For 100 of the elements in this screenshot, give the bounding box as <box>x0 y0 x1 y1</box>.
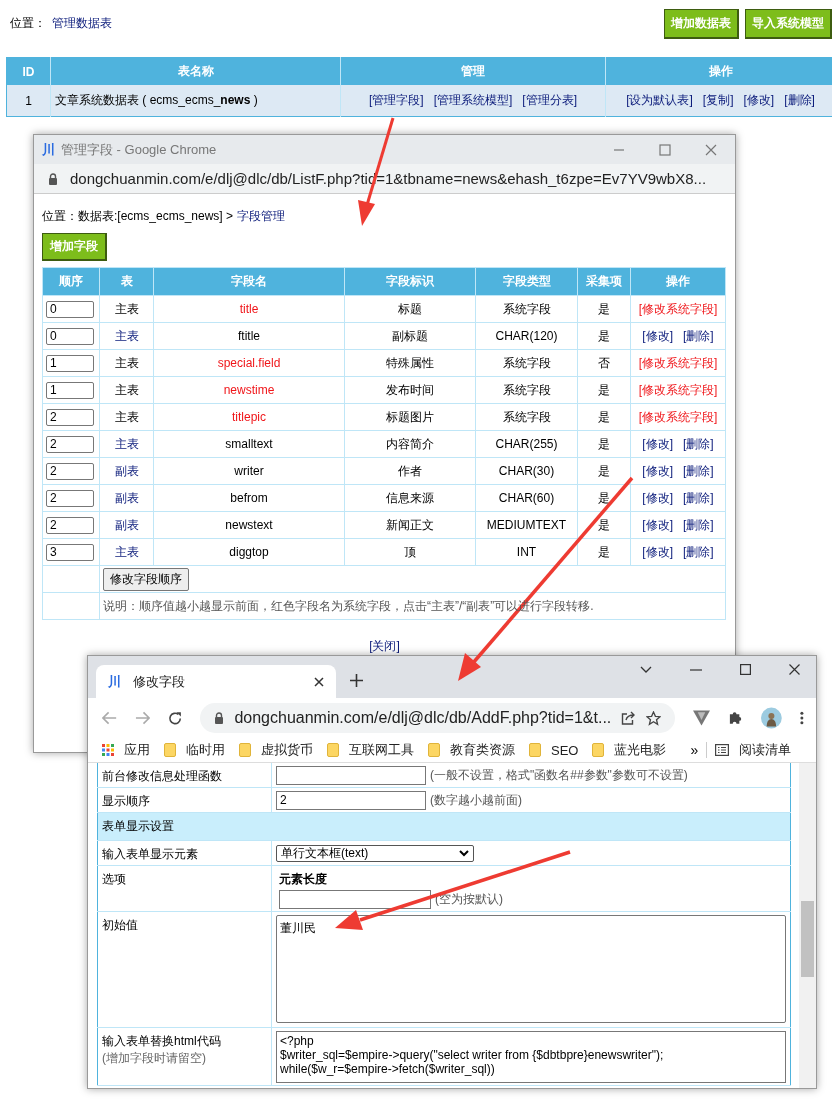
menu-icon[interactable] <box>800 711 804 725</box>
field-hint: (数字越小越前面) <box>430 791 522 809</box>
table-cell: 信息来源 <box>344 484 476 512</box>
table-cell: 标题图片 <box>344 403 476 431</box>
extension-icon[interactable] <box>693 710 711 726</box>
browser-tab[interactable]: 川 修改字段 <box>96 665 336 698</box>
scrollbar[interactable] <box>799 763 816 1088</box>
reload-icon[interactable] <box>168 710 183 726</box>
location-link[interactable]: 管理数据表 <box>52 15 112 32</box>
table-cell: befrom <box>153 484 345 512</box>
column-header: 操作 <box>605 57 832 85</box>
bookmark[interactable]: 互联网工具 <box>327 741 414 759</box>
table-cell: 发布时间 <box>344 376 476 404</box>
order-field[interactable]: 1 <box>46 381 94 399</box>
table-link[interactable]: [管理分表] <box>522 92 577 109</box>
order-field[interactable]: 0 <box>46 300 94 318</box>
location-label: 位置： <box>10 15 46 32</box>
table-link[interactable]: [修改] <box>743 92 775 109</box>
folder-icon <box>327 743 339 757</box>
table-link[interactable]: [修改] <box>642 435 673 453</box>
bookmark[interactable]: 教育类资源 <box>428 741 515 759</box>
field-label: 输入表单显示元素 <box>102 846 199 863</box>
table-link[interactable]: [修改] <box>642 489 673 507</box>
table-cell: 副标题 <box>344 322 476 350</box>
puzzle-icon[interactable] <box>728 710 744 726</box>
table-link[interactable]: [删除] <box>683 462 714 480</box>
option-title: 元素长度 <box>279 871 328 888</box>
bookmark[interactable]: 蓝光电影 <box>592 741 667 759</box>
table-cell: CHAR(30) <box>475 457 578 485</box>
order-field[interactable]: 2 <box>46 408 94 426</box>
order-field[interactable]: 2 <box>46 516 94 534</box>
order-field[interactable]: 2 <box>46 489 94 507</box>
minimize-icon[interactable] <box>690 668 702 671</box>
order-field[interactable]: 2 <box>46 462 94 480</box>
maximize-icon[interactable] <box>740 664 751 675</box>
more-bookmarks-button[interactable]: » <box>690 742 699 758</box>
length-field[interactable] <box>279 890 431 909</box>
star-icon[interactable] <box>646 710 662 726</box>
order-field[interactable]: 1 <box>46 354 94 372</box>
table-cell: diggtop <box>153 538 345 566</box>
section-header: 表单显示设置 <box>97 812 791 841</box>
save-order-button[interactable]: 修改字段顺序 <box>103 567 189 591</box>
table-link[interactable]: [修改] <box>642 543 673 561</box>
input-field[interactable] <box>276 765 426 785</box>
table-cell: ftitle <box>153 322 345 350</box>
order-field[interactable]: 3 <box>46 543 94 561</box>
table-link[interactable]: [删除] <box>683 435 714 453</box>
chevron-down-icon[interactable] <box>640 665 652 674</box>
share-icon[interactable] <box>621 711 637 725</box>
table-link[interactable]: [删除] <box>683 516 714 534</box>
apps-grid-icon <box>102 744 114 756</box>
column-header: 顺序 <box>42 267 100 296</box>
table-link[interactable]: [删除] <box>683 327 714 345</box>
table-link[interactable]: [删除] <box>784 92 815 109</box>
tab-title: 修改字段 <box>133 672 185 691</box>
avatar[interactable] <box>761 707 783 729</box>
field-label: 显示顺序 <box>102 793 151 810</box>
bookmark[interactable]: SEO <box>529 742 579 758</box>
table-cell: 是 <box>577 430 631 458</box>
order-field[interactable]: 2 <box>46 435 94 453</box>
table-cell: title <box>153 295 345 323</box>
bookmark[interactable]: 应用 <box>102 741 150 759</box>
order-field[interactable]: 0 <box>46 327 94 345</box>
close-link[interactable]: [关闭] <box>369 639 400 653</box>
table-link[interactable]: [管理系统模型] <box>433 92 513 109</box>
bookmark[interactable]: 虚拟货币 <box>239 741 313 759</box>
column-header: 字段名 <box>153 267 345 296</box>
plus-icon[interactable] <box>350 674 363 687</box>
table-cell: 是 <box>577 322 631 350</box>
table-cell: CHAR(255) <box>475 430 578 458</box>
close-icon[interactable] <box>314 676 324 687</box>
breadcrumb-link[interactable]: 字段管理 <box>237 208 286 225</box>
table-link[interactable]: [设为默认表] <box>626 92 693 109</box>
code-field[interactable]: <?php $writer_sql=$empire->query("select writer from {$dbtbpre}enewswriter"); while($w_r=$empire->fetch($writer_sql)) <box>276 1031 786 1083</box>
table-link[interactable]: [管理字段] <box>369 92 424 109</box>
table-link[interactable]: [删除] <box>683 543 714 561</box>
table-link[interactable]: [修改] <box>642 516 673 534</box>
address-text: dongchuanmin.com/e/dlj@dlc/db/AddF.php?tid=1&t... <box>234 709 612 727</box>
table-link[interactable]: [修改] <box>642 327 673 345</box>
table-link[interactable]: [复制] <box>702 92 734 109</box>
table-link[interactable]: [修改] <box>642 462 673 480</box>
address-bar[interactable]: dongchuanmin.com/e/dlj@dlc/db/AddF.php?tid=1&t... <box>200 703 676 733</box>
input-field[interactable]: 2 <box>276 790 426 810</box>
table-cell: 顶 <box>344 538 476 566</box>
reading-list-button[interactable]: 阅读清单 <box>715 741 792 759</box>
table-cell: 系统字段 <box>475 403 578 431</box>
bookmark[interactable]: 临时用 <box>164 741 225 759</box>
close-icon[interactable] <box>789 664 800 675</box>
text-area[interactable]: 董川民 <box>276 915 786 1023</box>
table-cell: 系统字段 <box>475 349 578 377</box>
dropdown[interactable]: 单行文本框(text) <box>276 844 474 862</box>
field-hint: (增加字段时请留空) <box>102 1050 207 1067</box>
table-cell: 系统字段 <box>475 295 578 323</box>
field-label: 选项 <box>102 871 127 888</box>
table-cell: 作者 <box>344 457 476 485</box>
table-cell: MEDIUMTEXT <box>475 511 578 539</box>
breadcrumb-text: 位置：数据表:[ecms_ecms_news] > <box>42 208 234 225</box>
column-header: 字段标识 <box>344 267 476 296</box>
table-link[interactable]: [删除] <box>683 489 714 507</box>
window-title: 管理字段 - Google Chrome <box>61 140 217 159</box>
